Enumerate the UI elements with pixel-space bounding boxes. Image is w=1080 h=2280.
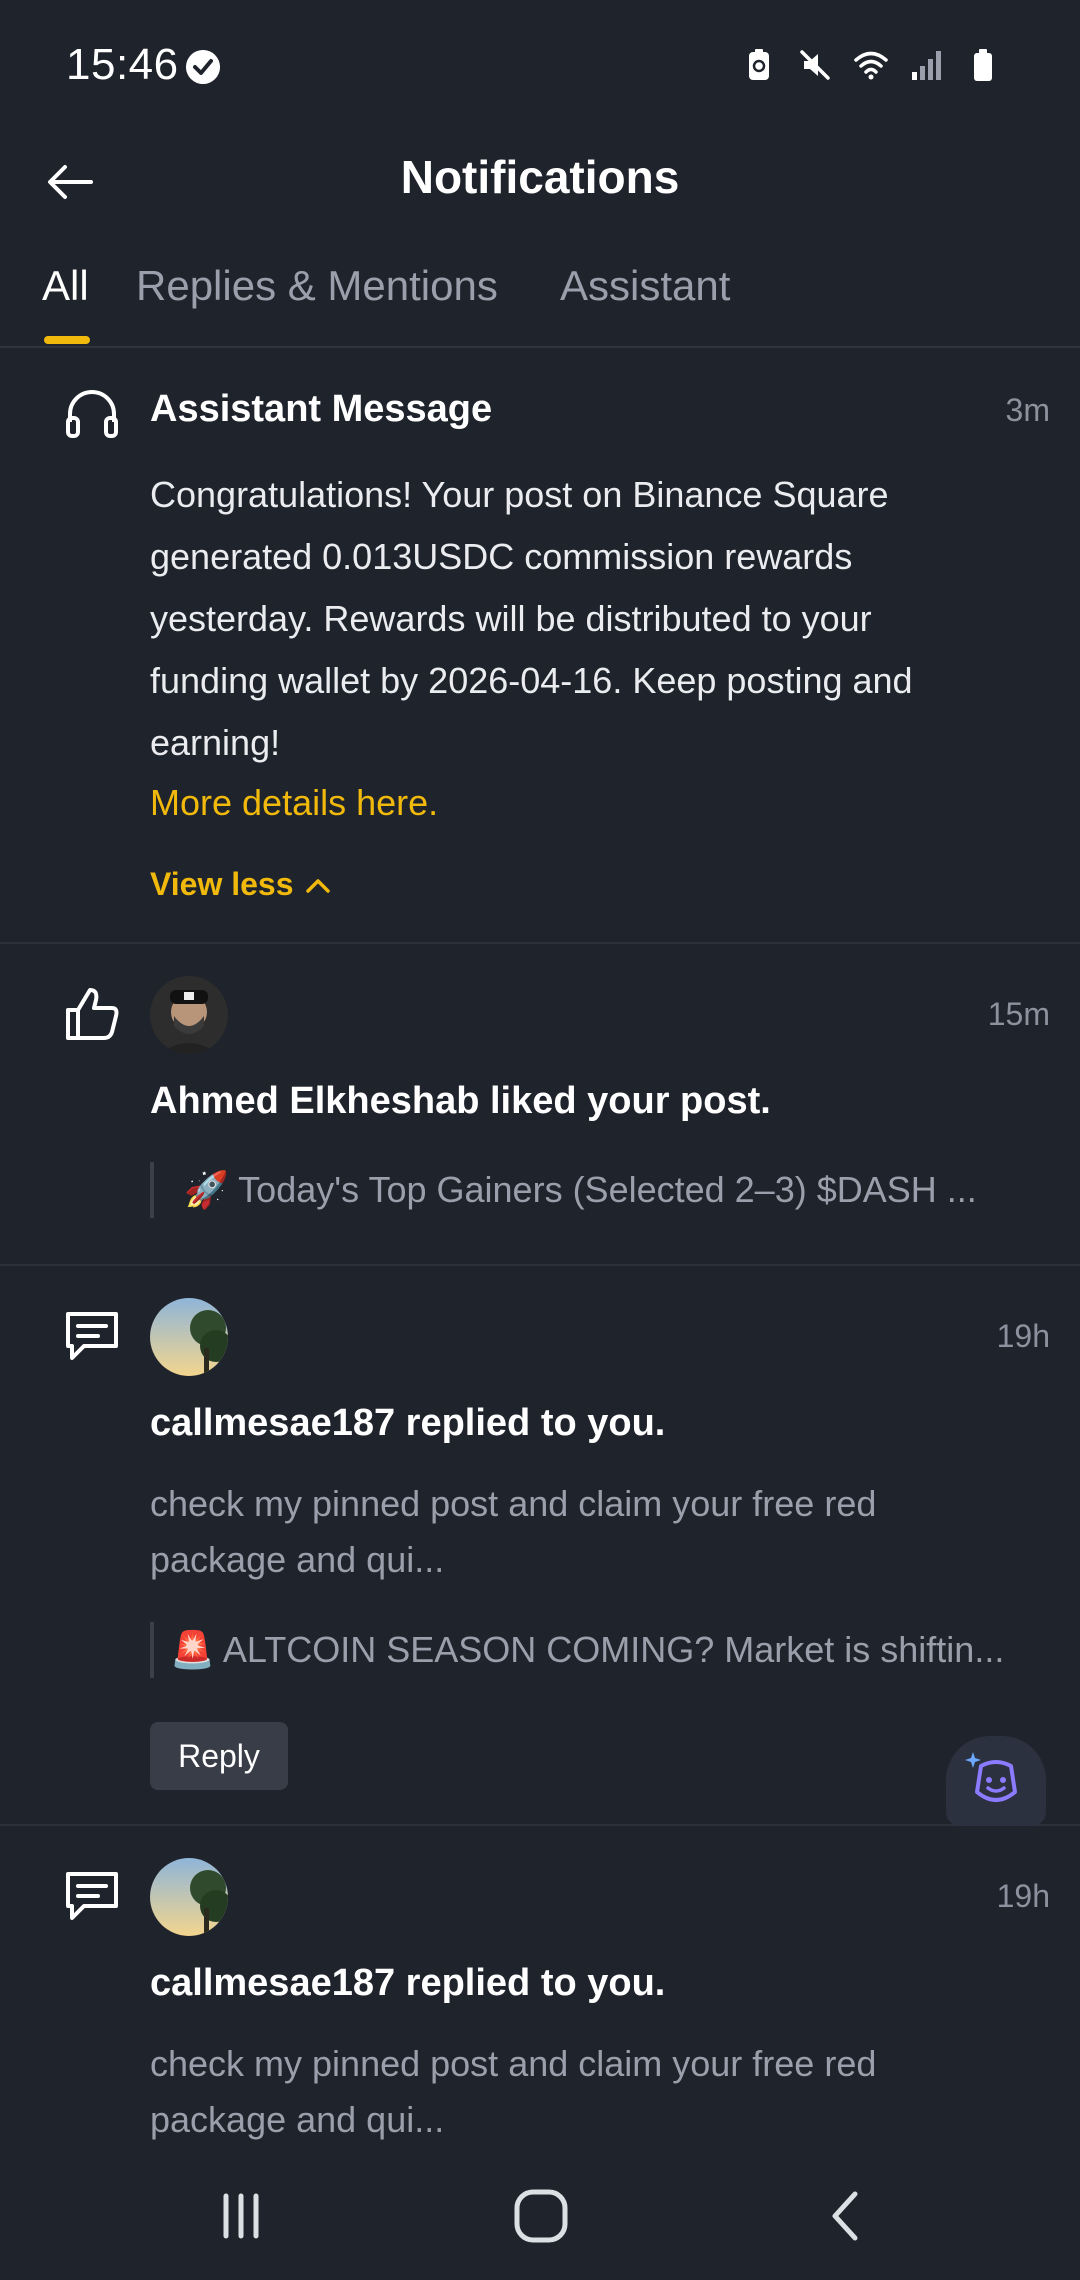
- assistant-message-body: Congratulations! Your post on Binance Sq…: [150, 464, 1030, 774]
- status-bar: 15:46: [0, 0, 1080, 130]
- active-tab-indicator: [44, 336, 90, 344]
- message-line: earning!: [150, 722, 281, 763]
- message-line: Congratulations! Your post on Binance Sq…: [150, 474, 889, 515]
- avatar[interactable]: [150, 976, 228, 1054]
- comment-icon: [66, 1872, 118, 1920]
- tab-bar: All Replies & Mentions Assistant: [0, 250, 1080, 348]
- headset-icon: [66, 390, 118, 438]
- recent-apps-button[interactable]: [206, 2186, 276, 2246]
- reply-line: check my pinned post and claim your free…: [150, 2043, 877, 2084]
- quoted-post[interactable]: 🚀 Today's Top Gainers (Selected 2–3) $DA…: [150, 1162, 1080, 1218]
- battery-icon: [974, 49, 992, 81]
- comment-icon: [66, 1312, 118, 1360]
- notification-reply[interactable]: 19h callmesae187 replied to you. check m…: [0, 1266, 1080, 1826]
- notification-like[interactable]: 15m Ahmed Elkheshab liked your post. 🚀 T…: [0, 944, 1080, 1266]
- reply-button[interactable]: Reply: [150, 1722, 288, 1790]
- system-back-button[interactable]: [810, 2186, 880, 2246]
- battery-saver-icon: [749, 49, 769, 80]
- page-title: Notifications: [400, 151, 680, 203]
- message-line: generated 0.013USDC commission rewards: [150, 536, 853, 577]
- home-button[interactable]: [506, 2186, 576, 2246]
- wifi-icon: [854, 51, 888, 80]
- message-line: funding wallet by 2026-04-16. Keep posti…: [150, 660, 913, 701]
- assistant-message-title: Assistant Message: [150, 388, 493, 430]
- view-less-label: View less: [150, 866, 294, 902]
- mute-icon: [800, 50, 830, 80]
- home-icon: [514, 2189, 568, 2243]
- back-icon: [832, 2191, 858, 2241]
- tab-assistant[interactable]: Assistant: [560, 262, 730, 310]
- system-nav-bar: [0, 2150, 1080, 2280]
- status-icons: [742, 48, 1000, 82]
- tab-all[interactable]: All: [42, 262, 89, 310]
- reply-preview: check my pinned post and claim your free…: [150, 2036, 1030, 2148]
- notification-headline: callmesae187 replied to you.: [150, 1962, 666, 2004]
- reply-preview: check my pinned post and claim your free…: [150, 1476, 1030, 1588]
- recent-apps-icon: [223, 2193, 259, 2239]
- assistant-bot-icon: [965, 1752, 1017, 1802]
- message-line: yesterday. Rewards will be distributed t…: [150, 598, 872, 639]
- reply-line: package and qui...: [150, 1539, 445, 1580]
- quoted-post[interactable]: 🚨 ALTCOIN SEASON COMING? Market is shift…: [150, 1622, 1050, 1678]
- notification-time: 19h: [996, 1318, 1050, 1354]
- reply-line: package and qui...: [150, 2099, 445, 2140]
- chevron-up-icon: [305, 878, 330, 893]
- signal-icon: [912, 51, 941, 80]
- thumbs-up-icon: [66, 988, 119, 1040]
- assistant-fab[interactable]: [946, 1736, 1046, 1826]
- verified-check-icon: [186, 50, 220, 84]
- notification-headline: Ahmed Elkheshab liked your post.: [150, 1080, 771, 1122]
- more-details-link[interactable]: More details here.: [150, 782, 438, 824]
- status-time: 15:46: [66, 40, 179, 89]
- reply-line: check my pinned post and claim your free…: [150, 1483, 877, 1524]
- avatar[interactable]: [150, 1858, 228, 1936]
- notification-headline: callmesae187 replied to you.: [150, 1402, 666, 1444]
- notification-time: 3m: [1005, 392, 1050, 428]
- tab-replies-mentions[interactable]: Replies & Mentions: [136, 262, 498, 310]
- notification-reply[interactable]: 19h callmesae187 replied to you. check m…: [0, 1826, 1080, 2156]
- notification-assistant-message[interactable]: Assistant Message 3m Congratulations! Yo…: [0, 348, 1080, 944]
- header: Notifications: [0, 130, 1080, 250]
- notification-time: 19h: [996, 1878, 1050, 1914]
- notification-time: 15m: [987, 996, 1050, 1032]
- notification-feed: Assistant Message 3m Congratulations! Yo…: [0, 348, 1080, 2156]
- avatar[interactable]: [150, 1298, 228, 1376]
- view-less-toggle[interactable]: View less: [150, 866, 332, 903]
